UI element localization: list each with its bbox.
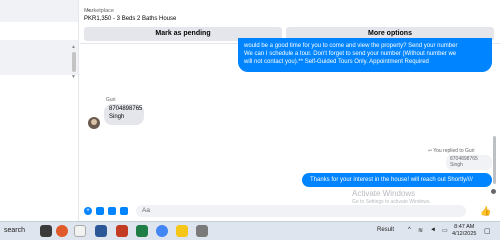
message-line: will not contact you).** Self-Guided Tou… <box>244 59 429 65</box>
clock-time: 8:47 AM <box>454 224 475 230</box>
taskbar-clock[interactable]: 8:47 AM 4/12/2025 <box>452 224 476 238</box>
photo-icon[interactable] <box>96 207 104 215</box>
windows-taskbar: search Result ^ ≋ ◄ ▭ 8:47 AM 4/12/2025 … <box>0 221 500 240</box>
message-input[interactable]: Aa <box>136 205 466 217</box>
message-line: Singh <box>450 162 463 168</box>
sidebar-item[interactable] <box>0 0 78 22</box>
volume-icon[interactable]: ◄ <box>430 227 436 233</box>
gif-icon[interactable] <box>120 207 128 215</box>
conversation-sidebar: ▲ ▼ <box>0 0 79 221</box>
sidebar-item[interactable] <box>0 22 78 40</box>
message-line: 8704898765 <box>109 106 143 112</box>
sidebar-item-selected[interactable] <box>0 40 78 75</box>
folder-icon[interactable] <box>176 225 188 237</box>
sidebar-scrollbar[interactable] <box>72 52 76 72</box>
app-icon[interactable] <box>116 225 128 237</box>
seen-avatar-icon <box>491 189 496 194</box>
quoted-message[interactable]: 8704898765 Singh <box>446 155 492 170</box>
notification-icon[interactable]: ▢ <box>484 227 491 235</box>
chat-scrollbar[interactable] <box>493 136 496 184</box>
message-composer: + Aa 👍 <box>80 201 500 221</box>
taskbar-result[interactable]: Result <box>377 227 394 233</box>
incoming-message[interactable]: 8704898765 Singh <box>104 104 144 125</box>
thumbs-up-icon[interactable]: 👍 <box>480 206 491 217</box>
message-line: Singh <box>109 113 125 120</box>
taskbar-search[interactable]: search <box>4 227 25 234</box>
wifi-icon[interactable]: ≋ <box>418 227 423 234</box>
reply-indicator: ↩You replied to Guri <box>428 148 474 154</box>
app-icon[interactable] <box>196 225 208 237</box>
sticker-icon[interactable] <box>108 207 116 215</box>
avatar[interactable] <box>88 117 100 129</box>
scroll-up-icon[interactable]: ▲ <box>71 44 76 50</box>
clock-date: 4/12/2025 <box>452 231 477 237</box>
app-icon[interactable] <box>95 225 107 237</box>
battery-icon[interactable]: ▭ <box>442 227 448 234</box>
reply-label: You replied to Guri <box>433 148 475 154</box>
plus-circle-icon[interactable]: + <box>84 207 92 215</box>
app-icon[interactable] <box>56 225 68 237</box>
chrome-icon[interactable] <box>156 225 168 237</box>
message-thread: would be a good time for you to come and… <box>80 38 500 201</box>
scroll-down-icon[interactable]: ▼ <box>71 74 76 80</box>
listing-title[interactable]: PKR1,350 - 3 Beds 2 Baths House <box>84 16 176 22</box>
message-line: We can I schedule a tour. Don't forget t… <box>244 51 457 57</box>
chevron-up-icon[interactable]: ^ <box>408 227 411 233</box>
outgoing-message[interactable]: would be a good time for you to come and… <box>238 38 492 72</box>
message-line: would be a good time for you to come and… <box>244 43 458 49</box>
outgoing-message[interactable]: Thanks for your interest in the house! w… <box>302 173 492 187</box>
app-icon[interactable] <box>40 225 52 237</box>
sender-name: Guri <box>106 97 116 103</box>
reply-arrow-icon: ↩ <box>428 148 433 154</box>
app-icon[interactable] <box>74 225 86 237</box>
watermark-title: Activate Windows <box>352 189 416 198</box>
app-icon[interactable] <box>136 225 148 237</box>
activate-windows-watermark: Activate Windows Go to Settings to activ… <box>352 189 431 205</box>
watermark-subtitle: Go to Settings to activate Windows. <box>352 199 431 205</box>
marketplace-label: Marketplace <box>84 8 114 14</box>
